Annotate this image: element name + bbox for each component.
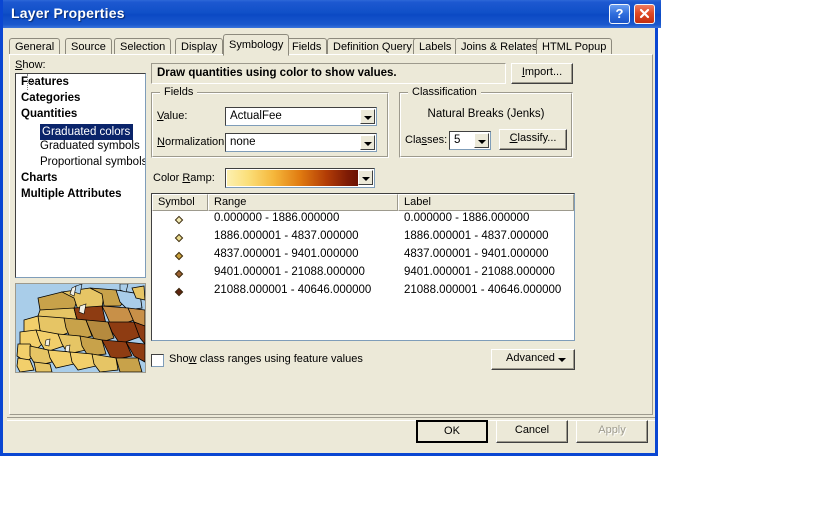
tree-item-graduated-symbols[interactable]: Graduated symbols [16, 138, 145, 154]
classes-combo-text: 5 [454, 134, 461, 146]
legend-label[interactable]: 9401.000001 - 21088.000000 [404, 266, 555, 278]
legend-range: 1886.000001 - 4837.000000 [214, 230, 359, 242]
window-title: Layer Properties [11, 5, 125, 21]
column-header-range[interactable]: Range [208, 194, 398, 211]
legend-label[interactable]: 21088.000001 - 40646.000000 [404, 284, 561, 296]
tab-definition-query[interactable]: Definition Query [327, 38, 418, 55]
table-row[interactable]: 0.000000 - 1886.000000 0.000000 - 1886.0… [152, 211, 574, 229]
value-combo[interactable]: ActualFee [225, 107, 377, 126]
import-button[interactable]: Import... [511, 63, 573, 84]
show-class-ranges-label: Show class ranges using feature values [169, 353, 363, 365]
symbology-tree[interactable]: Features Categories Quantities Graduated… [15, 73, 146, 278]
tab-strip: General Source Selection Display Symbolo… [9, 34, 653, 56]
tree-item-categories[interactable]: Categories [16, 90, 145, 106]
legend-range: 21088.000001 - 40646.000000 [214, 284, 372, 296]
chevron-down-icon[interactable] [474, 133, 489, 148]
chevron-down-icon[interactable] [358, 170, 373, 185]
normalization-combo-text: none [230, 136, 256, 148]
description-bar: Draw quantities using color to show valu… [151, 63, 506, 84]
legend-label[interactable]: 1886.000001 - 4837.000000 [404, 230, 549, 242]
tab-labels[interactable]: Labels [413, 38, 458, 55]
color-ramp-label: Color Ramp: [153, 172, 215, 184]
table-row[interactable]: 9401.000001 - 21088.000000 9401.000001 -… [152, 265, 574, 283]
ok-button[interactable]: OK [416, 420, 488, 443]
tab-source[interactable]: Source [65, 38, 112, 55]
table-row[interactable]: 4837.000001 - 9401.000000 4837.000001 - … [152, 247, 574, 265]
value-combo-text: ActualFee [230, 110, 282, 122]
advanced-button[interactable]: Advanced [491, 349, 575, 370]
chevron-down-icon[interactable] [558, 358, 566, 362]
tree-item-quantities[interactable]: Quantities [16, 106, 145, 122]
tree-item-charts[interactable]: Charts [16, 170, 145, 186]
chevron-down-icon[interactable] [360, 135, 375, 150]
tab-html-popup[interactable]: HTML Popup [536, 38, 613, 55]
column-header-label[interactable]: Label [398, 194, 574, 211]
classification-method: Natural Breaks (Jenks) [427, 108, 545, 120]
legend-list[interactable]: Symbol Range Label 0.000000 - 1886.00000… [151, 193, 575, 341]
classes-label: Classes: [405, 134, 448, 146]
legend-symbol-cell[interactable] [152, 229, 208, 247]
legend-symbol-cell[interactable] [152, 211, 208, 229]
advanced-button-label: Advanced [506, 352, 555, 364]
normalization-label: Normalization: [157, 136, 228, 148]
question-mark-icon[interactable]: ? [609, 4, 630, 24]
normalization-combo[interactable]: none [225, 133, 377, 152]
show-label: Show: [15, 59, 46, 71]
chevron-down-icon[interactable] [360, 109, 375, 124]
legend-range: 9401.000001 - 21088.000000 [214, 266, 365, 278]
close-icon[interactable] [634, 4, 655, 24]
legend-symbol-cell[interactable] [152, 265, 208, 283]
tab-selection[interactable]: Selection [114, 38, 172, 55]
color-ramp-swatch [227, 170, 358, 186]
tab-general[interactable]: General [9, 38, 61, 55]
title-bar: Layer Properties ? [3, 0, 661, 28]
legend-range: 4837.000001 - 9401.000000 [214, 248, 359, 260]
table-row[interactable]: 21088.000001 - 40646.000000 21088.000001… [152, 283, 574, 301]
tree-item-graduated-colors-row: Graduated colors [16, 74, 145, 140]
apply-button: Apply [576, 420, 648, 443]
tab-symbology[interactable]: Symbology [223, 34, 290, 56]
tree-item-proportional-symbols-row: Proportional symbols [16, 74, 145, 170]
legend-range: 0.000000 - 1886.000000 [214, 212, 340, 224]
tab-display[interactable]: Display [175, 38, 224, 55]
show-class-ranges-checkbox[interactable] [151, 354, 164, 367]
legend-list-header: Symbol Range Label [152, 194, 574, 211]
value-label: Value: [157, 110, 188, 122]
tab-fields[interactable]: Fields [286, 38, 328, 55]
tab-joins-relates[interactable]: Joins & Relates [455, 38, 544, 55]
legend-label[interactable]: 0.000000 - 1886.000000 [404, 212, 529, 224]
layer-properties-dialog: Layer Properties ? General Source Select… [0, 0, 661, 456]
tree-item-proportional-symbols[interactable]: Proportional symbols [16, 154, 145, 170]
column-header-spacer [574, 194, 575, 211]
color-ramp-combo[interactable] [225, 168, 375, 188]
tree-item-multiple-attributes[interactable]: Multiple Attributes [16, 186, 145, 202]
classify-button[interactable]: Classify... [499, 129, 567, 150]
map-preview [15, 283, 146, 373]
table-row[interactable]: 1886.000001 - 4837.000000 1886.000001 - … [152, 229, 574, 247]
legend-label[interactable]: 4837.000001 - 9401.000000 [404, 248, 549, 260]
fields-group-title: Fields [160, 86, 198, 98]
cancel-button[interactable]: Cancel [496, 420, 568, 443]
classification-group-title: Classification [408, 86, 481, 98]
tree-item-graduated-symbols-row: Graduated symbols [16, 74, 145, 154]
legend-symbol-cell[interactable] [152, 247, 208, 265]
legend-symbol-cell[interactable] [152, 283, 208, 301]
column-header-symbol[interactable]: Symbol [152, 194, 208, 211]
legend-list-body: 0.000000 - 1886.000000 0.000000 - 1886.0… [152, 211, 574, 340]
classes-combo[interactable]: 5 [449, 131, 491, 150]
